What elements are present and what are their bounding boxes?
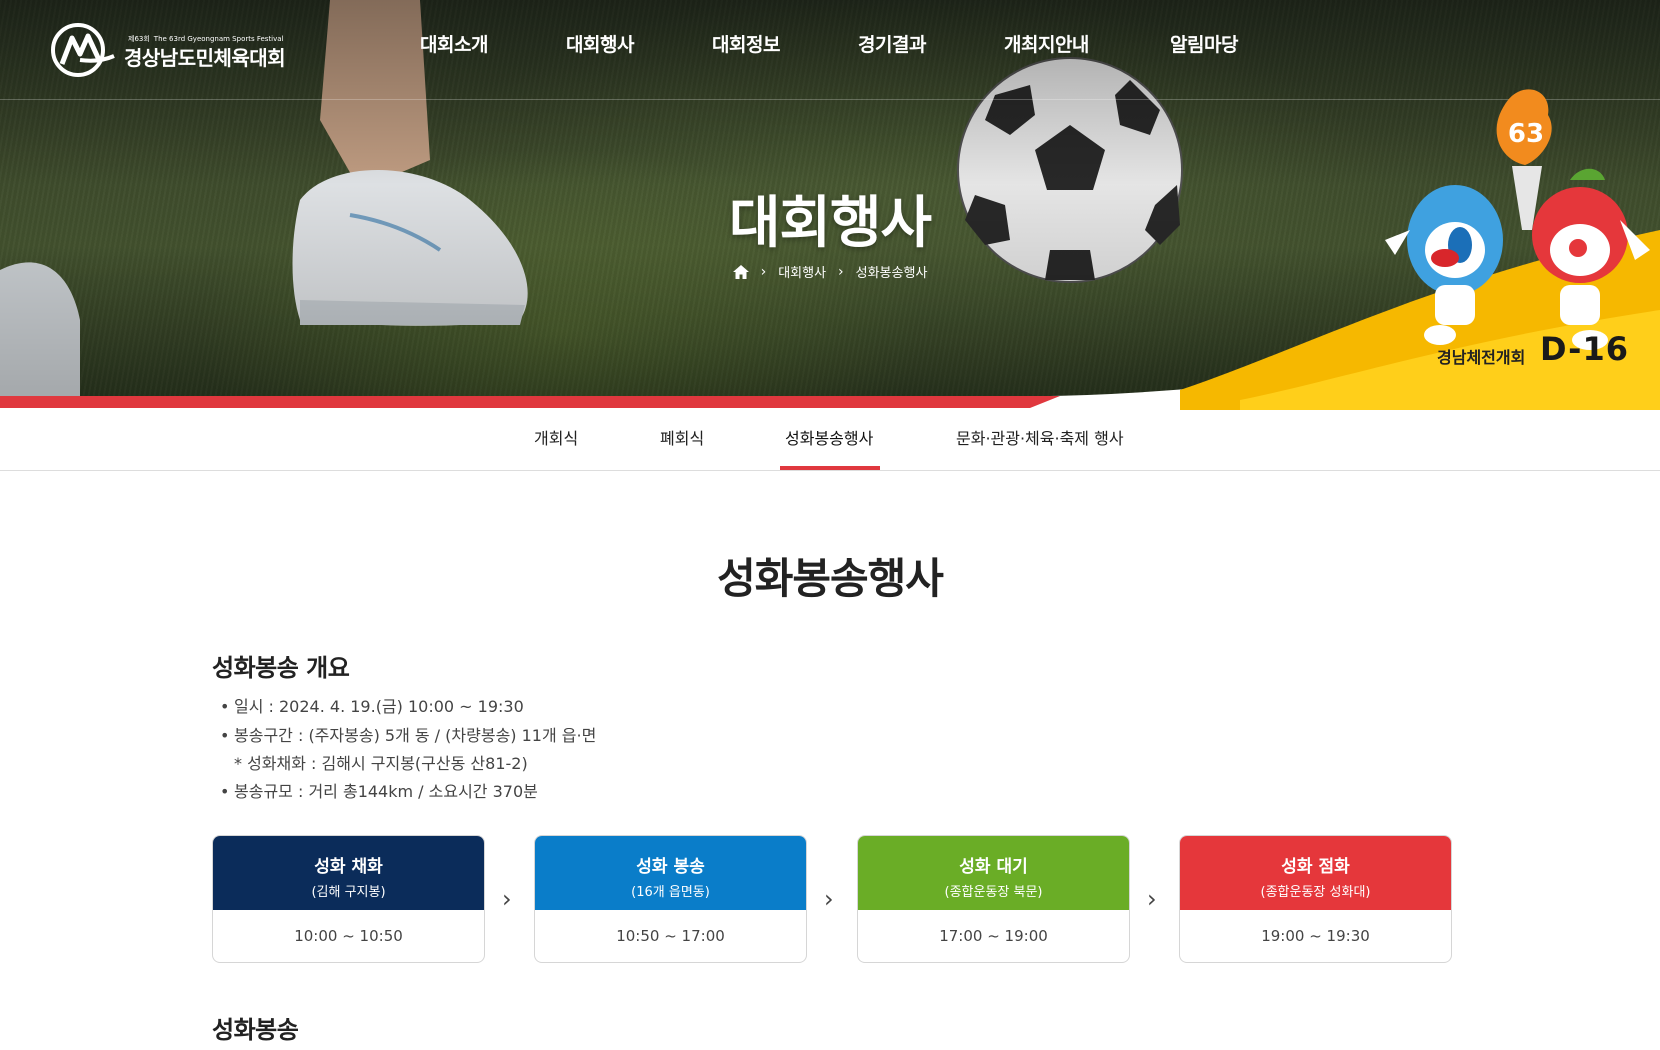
step-location: (종합운동장 성화대) <box>1260 885 1371 900</box>
step-header: 성화 봉송 (16개 읍면동) <box>535 836 806 910</box>
overview-note: * 성화채화 : 김해시 구지봉(구산동 산81-2) <box>234 754 528 773</box>
step-card: 성화 대기 (종합운동장 북문) 17:00 ~ 19:00 <box>857 835 1130 963</box>
step-location: (김해 구지봉) <box>311 885 386 900</box>
step-time: 17:00 ~ 19:00 <box>939 927 1048 945</box>
overview-list: • 일시 : 2024. 4. 19.(금) 10:00 ~ 19:30 • 봉송구… <box>220 692 596 806</box>
list-item: • 봉송구간 : (주자봉송) 5개 동 / (차량봉송) 11개 읍·면 <box>220 726 597 745</box>
section-title-torch-relay: 성화봉송 <box>212 1016 299 1044</box>
chevron-right-icon: › <box>838 263 844 280</box>
tab-culture-events[interactable]: 문화·관광·체육·축제 행사 <box>956 410 1124 470</box>
list-item: • 봉송규모 : 거리 총144km / 소요시간 370분 <box>220 782 538 801</box>
overview-scale: 봉송규모 : 거리 총144km / 소요시간 370분 <box>234 782 538 801</box>
step-time: 10:00 ~ 10:50 <box>294 927 403 945</box>
step-card: 성화 채화 (김해 구지봉) 10:00 ~ 10:50 <box>212 835 485 963</box>
page-title: 성화봉송행사 <box>717 554 944 603</box>
step-location: (16개 읍면동) <box>631 885 710 900</box>
dday-counter: D-16 <box>1540 330 1629 368</box>
chevron-right-icon: › <box>824 885 834 913</box>
step-card: 성화 봉송 (16개 읍면동) 10:50 ~ 17:00 <box>534 835 807 963</box>
step-location: (종합운동장 북문) <box>944 885 1043 900</box>
sub-navigation-tabs: 개회식 폐회식 성화봉송행사 문화·관광·체육·축제 행사 <box>0 410 1660 471</box>
chevron-right-icon: › <box>1147 885 1157 913</box>
step-time: 10:50 ~ 17:00 <box>616 927 725 945</box>
active-tab-indicator <box>780 466 880 470</box>
step-header: 성화 점화 (종합운동장 성화대) <box>1180 836 1451 910</box>
main-navigation: 대회소개 대회행사 대회정보 경기결과 개최지안내 알림마당 <box>0 30 1660 66</box>
dday-label: 경남체전개회 <box>1437 348 1526 367</box>
list-item: • 일시 : 2024. 4. 19.(금) 10:00 ~ 19:30 <box>220 697 524 716</box>
breadcrumb-item-events[interactable]: 대회행사 <box>778 262 826 281</box>
step-title: 성화 대기 <box>959 857 1028 877</box>
overview-date: 일시 : 2024. 4. 19.(금) 10:00 ~ 19:30 <box>234 697 524 716</box>
step-card: 성화 점화 (종합운동장 성화대) 19:00 ~ 19:30 <box>1179 835 1452 963</box>
tab-opening-ceremony[interactable]: 개회식 <box>534 410 578 470</box>
step-title: 성화 봉송 <box>636 857 705 877</box>
nav-item-about[interactable]: 대회소개 <box>420 30 488 57</box>
svg-text:63: 63 <box>1508 119 1544 149</box>
nav-item-notice[interactable]: 알림마당 <box>1170 30 1238 57</box>
nav-item-venue[interactable]: 개최지안내 <box>1004 30 1089 57</box>
nav-item-events[interactable]: 대회행사 <box>566 30 634 57</box>
step-title: 성화 점화 <box>1281 857 1350 877</box>
tab-torch-relay[interactable]: 성화봉송행사 <box>785 410 873 470</box>
section-title-overview: 성화봉송 개요 <box>212 654 350 682</box>
relay-steps: 성화 채화 (김해 구지봉) 10:00 ~ 10:50 › 성화 봉송 (16… <box>212 835 1452 963</box>
step-header: 성화 대기 (종합운동장 북문) <box>858 836 1129 910</box>
step-title: 성화 채화 <box>314 857 383 877</box>
hero-banner: 제63회 The 63rd Gyeongnam Sports Festival 경… <box>0 0 1660 410</box>
step-header: 성화 채화 (김해 구지봉) <box>213 836 484 910</box>
tab-closing-ceremony[interactable]: 폐회식 <box>660 410 704 470</box>
nav-item-info[interactable]: 대회정보 <box>712 30 780 57</box>
chevron-right-icon: › <box>502 885 512 913</box>
step-time: 19:00 ~ 19:30 <box>1261 927 1370 945</box>
home-icon[interactable] <box>732 264 749 279</box>
nav-item-results[interactable]: 경기결과 <box>858 30 926 57</box>
chevron-right-icon: › <box>760 263 767 280</box>
breadcrumb-item-torch-relay[interactable]: 성화봉송행사 <box>856 262 928 281</box>
overview-route: 봉송구간 : (주자봉송) 5개 동 / (차량봉송) 11개 읍·면 <box>234 726 597 745</box>
